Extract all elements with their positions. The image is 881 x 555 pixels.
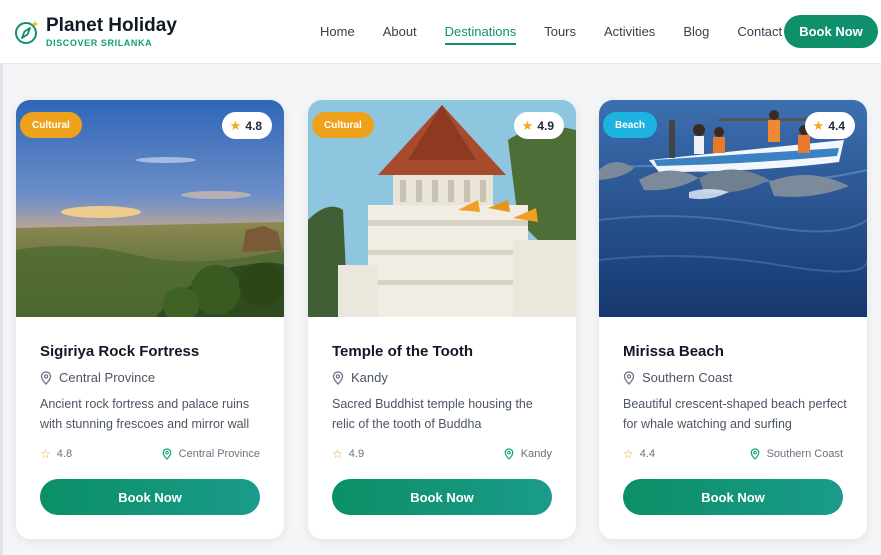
location-pin-icon: [504, 448, 514, 460]
nav-about[interactable]: About: [383, 24, 417, 40]
card-meta: ☆ 4.4 Southern Coast: [623, 447, 843, 461]
card-title: Sigiriya Rock Fortress: [40, 343, 200, 360]
card-description: Sacred Buddhist temple housing the relic…: [332, 397, 533, 431]
star-outline-icon: ☆: [332, 447, 343, 461]
destination-card-sigiriya[interactable]: Cultural ★ 4.8 Sigiriya Rock Fortress Ce…: [16, 100, 284, 539]
category-badge: Beach: [603, 112, 658, 138]
nav-blog[interactable]: Blog: [683, 24, 709, 40]
nav-contact[interactable]: Contact: [737, 24, 782, 40]
rating-value: 4.9: [537, 118, 554, 133]
nav-activities[interactable]: Activities: [604, 24, 655, 40]
card-image-mirissa[interactable]: Beach ★ 4.4: [599, 100, 867, 317]
location-pin-icon: [162, 448, 172, 460]
meta-rating: 4.4: [639, 448, 656, 460]
card-title: Temple of the Tooth: [332, 343, 474, 360]
nav-tours[interactable]: Tours: [544, 24, 576, 40]
location-pin-icon: [332, 370, 344, 385]
card-meta: ☆ 4.8 Central Province: [40, 447, 260, 461]
card-image-temple[interactable]: Cultural ★ 4.9: [308, 100, 576, 317]
card-location: Central Province: [40, 370, 155, 385]
star-icon: ★: [812, 117, 825, 133]
main-nav: Home About Destinations Tours Activities…: [320, 24, 810, 45]
meta-location: Southern Coast: [766, 448, 843, 460]
card-meta: ☆ 4.9 Kandy: [332, 447, 552, 461]
category-badge: Cultural: [20, 112, 82, 138]
location-pin-icon: [750, 448, 759, 460]
book-now-button[interactable]: Book Now: [623, 479, 843, 515]
meta-location: Central Province: [178, 448, 260, 460]
meta-location: Kandy: [520, 448, 552, 460]
book-now-button[interactable]: Book Now: [40, 479, 260, 515]
brand-logo[interactable]: Planet Holiday DISCOVER SRILANKA: [14, 16, 177, 48]
brand-tagline: DISCOVER SRILANKA: [46, 38, 153, 48]
rating-value: 4.8: [245, 118, 262, 133]
rating-chip: ★ 4.8: [221, 112, 272, 139]
card-location: Kandy: [332, 370, 388, 385]
destination-card-mirissa-beach[interactable]: Beach ★ 4.4 Mirissa Beach Southern Coast…: [599, 100, 867, 539]
nav-destinations[interactable]: Destinations: [444, 24, 516, 45]
star-outline-icon: ☆: [40, 447, 51, 461]
star-icon: ★: [229, 117, 242, 133]
card-location: Southern Coast: [623, 370, 732, 385]
card-title: Mirissa Beach: [623, 343, 724, 360]
nav-home[interactable]: Home: [320, 24, 355, 40]
star-outline-icon: ☆: [623, 447, 634, 461]
page-edge: [0, 63, 3, 555]
card-description: Beautiful crescent-shaped beach perfect …: [623, 397, 847, 431]
brand-name: Planet Holiday: [46, 15, 177, 36]
meta-rating: 4.9: [348, 448, 365, 460]
category-badge: Cultural: [312, 112, 374, 138]
meta-rating: 4.8: [56, 448, 73, 460]
location-pin-icon: [40, 370, 52, 385]
rating-value: 4.4: [828, 118, 845, 133]
card-description: Ancient rock fortress and palace ruins w…: [40, 397, 250, 431]
book-now-button[interactable]: Book Now: [332, 479, 552, 515]
location-label: Southern Coast: [642, 370, 733, 385]
location-label: Central Province: [59, 370, 156, 385]
location-label: Kandy: [351, 370, 388, 385]
destination-card-temple-of-the-tooth[interactable]: Cultural ★ 4.9 Temple of the Tooth Kandy…: [308, 100, 576, 539]
star-icon: ★: [521, 117, 534, 133]
header-book-now-button[interactable]: Book Now: [784, 15, 878, 48]
rating-chip: ★ 4.4: [804, 112, 855, 139]
compass-icon: [15, 20, 39, 44]
card-image-sigiriya[interactable]: Cultural ★ 4.8: [16, 100, 284, 317]
location-pin-icon: [623, 370, 635, 385]
rating-chip: ★ 4.9: [513, 112, 564, 139]
site-header: Planet Holiday DISCOVER SRILANKA Home Ab…: [0, 0, 881, 64]
